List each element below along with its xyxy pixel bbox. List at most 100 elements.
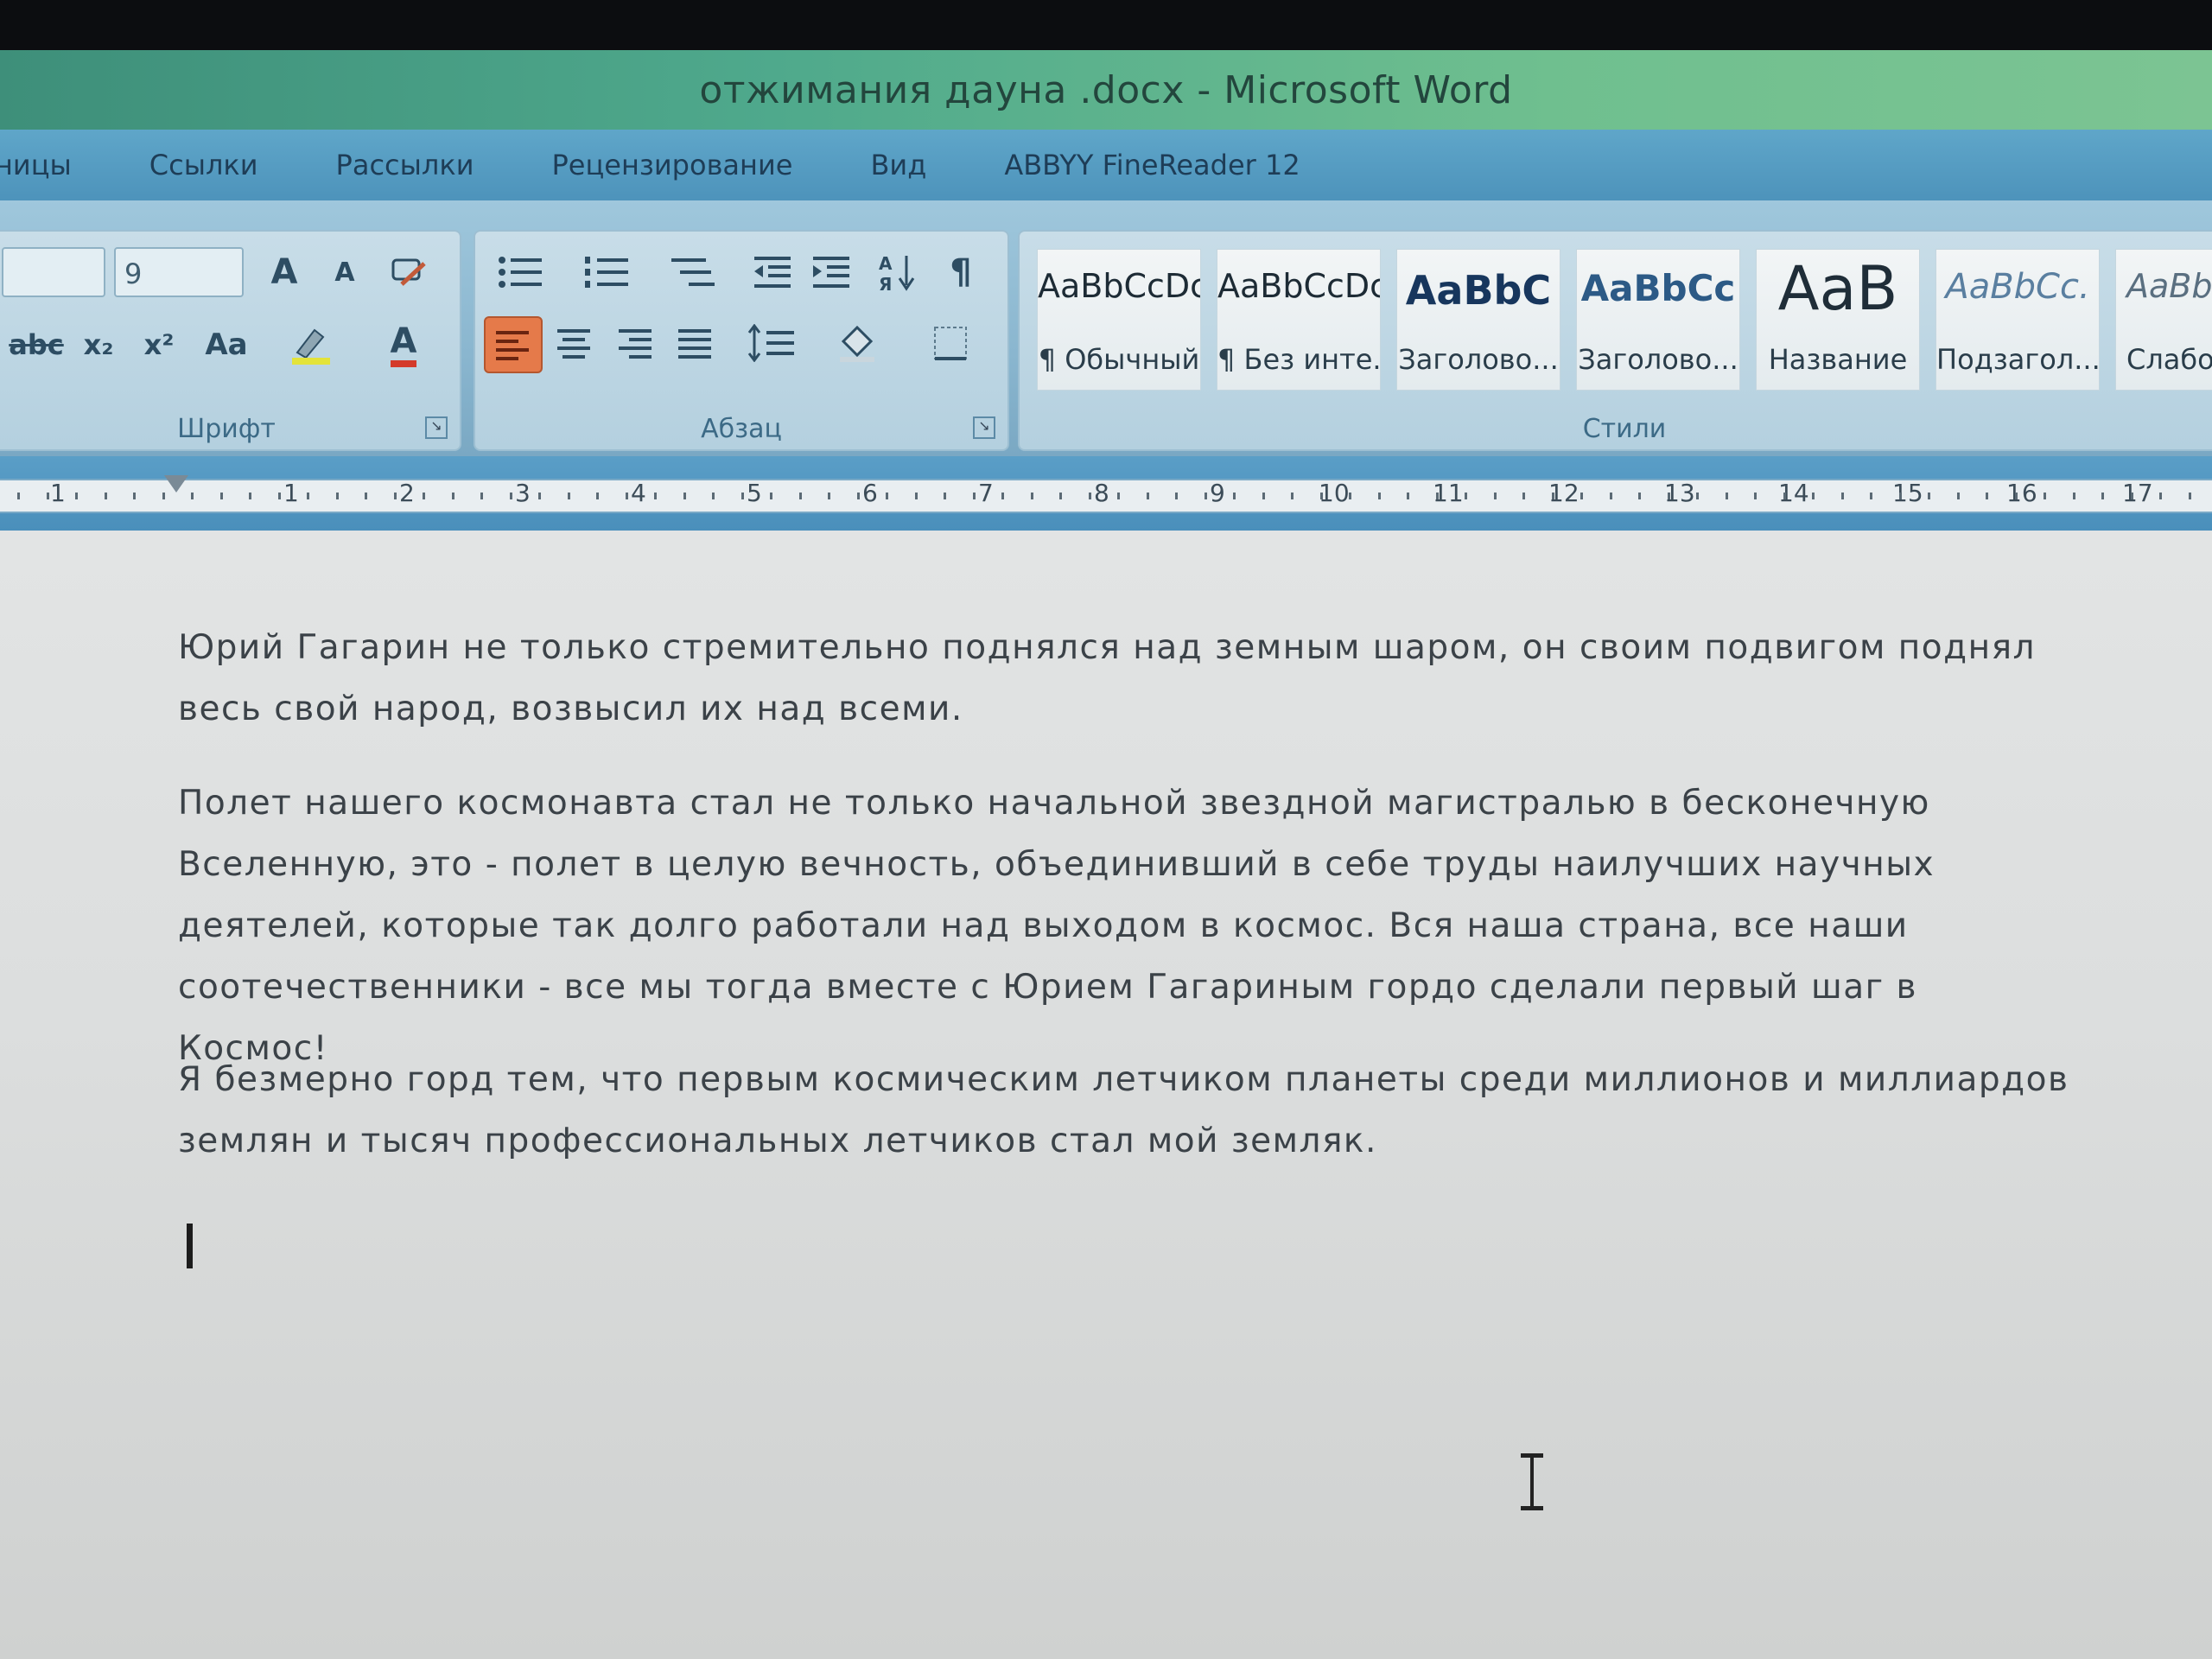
align-left-button[interactable] (484, 316, 543, 373)
ruler-tick (1262, 493, 1265, 499)
window-title: отжимания дауна .docx - Microsoft Word (699, 67, 1513, 112)
ruler-number: 8 (1094, 479, 1109, 507)
ibeam-cursor-icon (1521, 1453, 1543, 1510)
superscript-button[interactable]: x² (131, 318, 187, 372)
decrease-indent-icon (754, 257, 791, 288)
style-name: ¶ Без инте... (1217, 343, 1381, 376)
multilevel-list-button[interactable] (657, 245, 734, 299)
first-line-indent-marker[interactable] (164, 475, 188, 493)
horizontal-ruler[interactable]: 1 1 2 3 4 5 6 7 8 9 10 11 12 13 14 15 16… (0, 456, 2212, 531)
strikethrough-button[interactable]: abc (2, 318, 71, 372)
style-heading-1[interactable]: AaBbC Заголово... (1396, 249, 1560, 391)
ruler-tick (1899, 493, 1902, 499)
ruler-tick (1638, 493, 1641, 499)
justify-button[interactable] (667, 316, 722, 370)
ruler-tick (857, 493, 860, 499)
style-name: Заголово... (1398, 343, 1559, 376)
paragraph-dialog-launcher-icon[interactable]: ↘ (973, 416, 995, 439)
font-name-combo[interactable] (2, 247, 105, 297)
ruler-tick (1580, 493, 1583, 499)
tab-abbyy[interactable]: ABBYY FineReader 12 (1004, 149, 1300, 181)
ruler-tick (1754, 493, 1757, 499)
ruler-tick (510, 493, 512, 499)
subscript-button[interactable]: x₂ (71, 318, 126, 372)
grow-font-button[interactable]: A (257, 245, 312, 299)
ruler-tick (1117, 493, 1120, 499)
shrink-font-icon: A (334, 257, 355, 288)
style-no-spacing[interactable]: AaBbCcDc ¶ Без инте... (1217, 249, 1381, 391)
ruler-tick (1175, 493, 1178, 499)
align-center-button[interactable] (546, 316, 601, 370)
borders-button[interactable] (907, 316, 994, 370)
font-group: 9 A A abc x₂ x² Aa A Шрифт ↘ (0, 230, 461, 451)
borders-icon (934, 327, 967, 360)
ribbon-tabs: ницы Ссылки Рассылки Рецензирование Вид … (0, 130, 2212, 200)
show-formatting-button[interactable]: ¶ (933, 245, 988, 299)
line-spacing-button[interactable] (734, 316, 812, 370)
ruler-number: 7 (978, 479, 994, 507)
sort-az-icon: AЯ (879, 253, 915, 294)
ruler-tick (452, 493, 454, 499)
ruler-tick (2131, 493, 2133, 499)
ruler-tick (1320, 493, 1323, 499)
change-case-button[interactable]: Aa (192, 318, 261, 372)
ruler-tick (1870, 493, 1872, 499)
decrease-indent-button[interactable] (745, 245, 800, 299)
ruler-strip: 1 1 2 3 4 5 6 7 8 9 10 11 12 13 14 15 16… (0, 479, 2212, 513)
ruler-tick (596, 493, 599, 499)
ruler-tick (2073, 493, 2075, 499)
ruler-tick (394, 493, 397, 499)
style-sample: AaBbCcDc (1038, 267, 1201, 305)
shrink-font-button[interactable]: A (317, 245, 372, 299)
ruler-tick (1147, 493, 1149, 499)
tab-view[interactable]: Вид (870, 149, 926, 181)
document-page[interactable]: Юрий Гагарин не только стремительно подн… (0, 531, 2212, 1659)
style-title[interactable]: AaB Название (1756, 249, 1920, 391)
style-subtle-emphasis[interactable]: AaBb Слабо (2115, 249, 2212, 391)
ruler-tick (538, 493, 541, 499)
highlight-button[interactable] (274, 318, 352, 372)
ruler-number: 2 (399, 479, 415, 507)
ruler-number: 15 (1892, 479, 1923, 507)
style-normal[interactable]: AaBbCcDc ¶ Обычный (1037, 249, 1201, 391)
ruler-number: 1 (283, 479, 299, 507)
style-name: Подзагол... (1936, 343, 2100, 376)
align-left-icon (496, 331, 529, 360)
ruler-tick (1205, 493, 1207, 499)
sort-button[interactable]: AЯ (871, 245, 926, 299)
grow-font-icon: A (270, 252, 298, 292)
font-dialog-launcher-icon[interactable]: ↘ (425, 416, 448, 439)
tab-page-layout[interactable]: ницы (0, 149, 72, 181)
ruler-tick (1378, 493, 1381, 499)
text-caret (187, 1224, 193, 1268)
style-heading-2[interactable]: AaBbCc Заголово... (1576, 249, 1740, 391)
style-subtitle[interactable]: AaBbCc. Подзагол... (1936, 249, 2100, 391)
tab-mailings[interactable]: Рассылки (336, 149, 474, 181)
font-size-combo[interactable]: 9 (114, 247, 244, 297)
font-color-button[interactable]: A (365, 318, 442, 372)
style-sample: AaBbCcDc (1217, 267, 1381, 305)
document-paragraph: Полет нашего космонавта стал не только н… (178, 784, 1936, 1068)
style-sample: AaBbCc. (1945, 267, 2090, 307)
ruler-tick (1349, 493, 1351, 499)
tab-references[interactable]: Ссылки (149, 149, 258, 181)
ruler-tick (1696, 493, 1699, 499)
ruler-tick (1610, 493, 1612, 499)
bullets-button[interactable] (484, 245, 562, 299)
ruler-tick (1957, 493, 1960, 499)
word-window: отжимания дауна .docx - Microsoft Word н… (0, 50, 2212, 1659)
bullet-list-icon (499, 257, 542, 288)
ruler-tick (1494, 493, 1497, 499)
increase-indent-icon (813, 257, 849, 288)
ruler-tick (75, 493, 78, 499)
numbering-button[interactable] (570, 245, 648, 299)
ruler-tick (105, 493, 107, 499)
tab-review[interactable]: Рецензирование (551, 149, 792, 181)
ruler-tick (423, 493, 425, 499)
align-right-button[interactable] (607, 316, 662, 370)
shading-button[interactable] (821, 316, 899, 370)
ruler-tick (1522, 493, 1525, 499)
increase-indent-button[interactable] (804, 245, 859, 299)
clear-format-button[interactable] (382, 245, 437, 299)
line-spacing-icon (747, 324, 794, 362)
